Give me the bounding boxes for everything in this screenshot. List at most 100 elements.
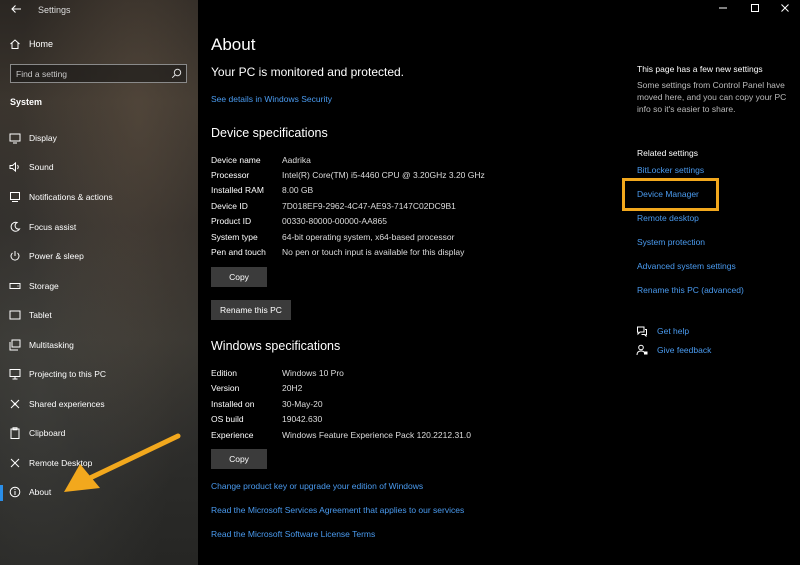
services-agreement-link[interactable]: Read the Microsoft Services Agreement th… (211, 505, 464, 515)
protection-status: Your PC is monitored and protected. (211, 65, 405, 79)
notifications-icon (10, 192, 20, 202)
close-button[interactable] (778, 3, 792, 17)
spec-value: 00330-80000-00000-AA865 (282, 216, 387, 226)
search-input[interactable] (16, 67, 166, 80)
sidebar-item-remote-desktop[interactable]: Remote Desktop (0, 454, 198, 474)
security-details-link[interactable]: See details in Windows Security (211, 94, 332, 104)
clipboard-icon (10, 427, 20, 439)
spec-value: 64-bit operating system, x64-based proce… (282, 232, 455, 242)
spec-key: Experience (211, 430, 254, 440)
main-content: About Your PC is monitored and protected… (198, 0, 800, 565)
back-arrow-icon (11, 5, 21, 13)
sidebar-item-focus-assist[interactable]: Focus assist (0, 218, 198, 238)
copy-device-specs-button[interactable]: Copy (211, 267, 267, 287)
sidebar-item-label: About (29, 487, 52, 497)
spec-value: Aadrika (282, 155, 311, 165)
spec-value: 20H2 (282, 383, 303, 393)
shared-experiences-icon (10, 399, 20, 409)
sidebar-item-label: Storage (29, 281, 59, 291)
sidebar-item-shared-experiences[interactable]: Shared experiences (0, 395, 198, 415)
sidebar-item-storage[interactable]: Storage (0, 277, 198, 297)
close-icon (781, 4, 789, 12)
focus-assist-icon (10, 221, 21, 232)
advanced-system-settings-link[interactable]: Advanced system settings (637, 261, 736, 271)
sidebar-item-label: Multitasking (29, 340, 74, 350)
rename-pc-advanced-link[interactable]: Rename this PC (advanced) (637, 285, 744, 295)
page-title: About (211, 35, 256, 54)
minimize-button[interactable] (716, 3, 730, 17)
give-feedback-icon (636, 344, 648, 356)
home-icon (10, 39, 20, 49)
tablet-icon (9, 310, 21, 320)
spec-value: 19042.630 (282, 414, 323, 424)
sidebar-item-label: Remote Desktop (29, 458, 93, 468)
windows-specs-heading: Windows specifications (211, 339, 341, 353)
sidebar-item-notifications[interactable]: Notifications & actions (0, 188, 198, 208)
license-terms-link[interactable]: Read the Microsoft Software License Term… (211, 529, 375, 539)
spec-value: Windows 10 Pro (282, 368, 344, 378)
system-protection-link[interactable]: System protection (637, 237, 705, 247)
home-nav-item[interactable]: Home (0, 36, 198, 54)
spec-value: Windows Feature Experience Pack 120.2212… (282, 430, 472, 440)
sidebar-item-power-sleep[interactable]: Power & sleep (0, 247, 198, 267)
spec-key: Edition (211, 368, 237, 378)
change-product-key-link[interactable]: Change product key or upgrade your editi… (211, 481, 423, 491)
remote-desktop-icon (10, 458, 20, 468)
maximize-icon (751, 4, 759, 12)
device-manager-highlight (622, 178, 719, 211)
sidebar-item-projecting[interactable]: Projecting to this PC (0, 365, 198, 385)
bitlocker-settings-link[interactable]: BitLocker settings (637, 165, 704, 175)
spec-value: 8.00 GB (282, 185, 314, 195)
minimize-icon (719, 7, 727, 9)
get-help-icon (637, 326, 647, 337)
spec-value: Intel(R) Core(TM) i5-4460 CPU @ 3.20GHz … (282, 170, 485, 180)
sidebar-item-sound[interactable]: Sound (0, 158, 198, 178)
device-specs-heading: Device specifications (211, 126, 328, 140)
rename-pc-button[interactable]: Rename this PC (211, 300, 291, 320)
sidebar-item-about[interactable]: About (0, 483, 198, 503)
new-settings-title: This page has a few new settings (637, 64, 763, 74)
spec-key: System type (211, 232, 258, 242)
storage-icon (9, 283, 21, 289)
give-feedback-link[interactable]: Give feedback (657, 345, 711, 355)
copy-windows-specs-button[interactable]: Copy (211, 449, 267, 469)
spec-key: Installed on (211, 399, 255, 409)
sidebar-item-label: Power & sleep (29, 251, 84, 261)
sidebar-item-clipboard[interactable]: Clipboard (0, 424, 198, 444)
search-icon[interactable] (171, 68, 182, 79)
get-help-link[interactable]: Get help (657, 326, 689, 336)
sidebar-item-display[interactable]: Display (0, 129, 198, 149)
display-icon (9, 133, 21, 144)
multitasking-icon (9, 339, 21, 351)
sidebar-item-label: Sound (29, 162, 54, 172)
new-settings-description: Some settings from Control Panel have mo… (637, 80, 787, 114)
home-label: Home (29, 39, 54, 49)
sidebar-item-label: Focus assist (29, 222, 77, 232)
back-button[interactable] (8, 3, 24, 19)
spec-key: Device ID (211, 201, 248, 211)
sidebar-item-label: Display (29, 133, 57, 143)
spec-key: Processor (211, 170, 250, 180)
spec-value: No pen or touch input is available for t… (282, 247, 465, 257)
spec-key: Version (211, 383, 240, 393)
spec-key: Device name (211, 155, 261, 165)
search-box[interactable] (10, 64, 187, 83)
sidebar-item-label: Projecting to this PC (29, 369, 107, 379)
spec-key: OS build (211, 414, 244, 424)
info-icon (9, 486, 21, 498)
maximize-button[interactable] (748, 3, 762, 17)
related-settings-title: Related settings (637, 148, 698, 158)
remote-desktop-link[interactable]: Remote desktop (637, 213, 699, 223)
power-icon (10, 251, 20, 261)
window-controls (710, 0, 800, 20)
sidebar-item-tablet[interactable]: Tablet (0, 306, 198, 326)
spec-key: Installed RAM (211, 185, 264, 195)
sidebar: Settings Home System Display Sound Notif… (0, 0, 198, 565)
spec-value: 30-May-20 (282, 399, 323, 409)
spec-key: Pen and touch (211, 247, 266, 257)
sound-icon (9, 161, 19, 173)
sidebar-item-label: Clipboard (29, 428, 66, 438)
sidebar-item-multitasking[interactable]: Multitasking (0, 336, 198, 356)
sidebar-item-label: Tablet (29, 310, 52, 320)
app-title: Settings (38, 5, 71, 15)
